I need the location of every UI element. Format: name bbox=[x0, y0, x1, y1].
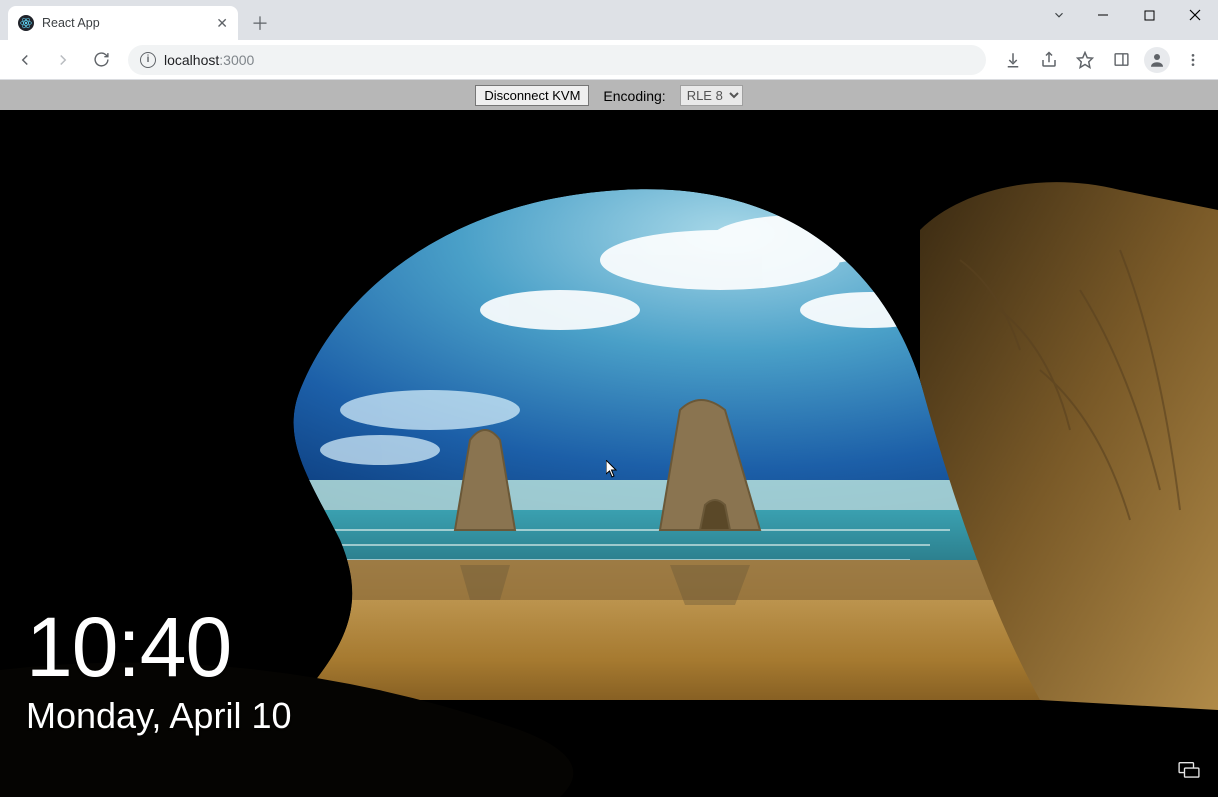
browser-tab[interactable]: React App ✕ bbox=[8, 6, 238, 40]
mouse-cursor-icon bbox=[606, 460, 618, 478]
forward-button[interactable] bbox=[46, 45, 80, 75]
window-minimize-button[interactable] bbox=[1080, 0, 1126, 30]
browser-titlebar: React App ✕ ＋ bbox=[0, 0, 1218, 40]
encoding-label: Encoding: bbox=[603, 88, 665, 104]
kebab-menu-icon[interactable] bbox=[1176, 45, 1210, 75]
download-icon[interactable] bbox=[996, 45, 1030, 75]
browser-toolbar: i localhost:3000 bbox=[0, 40, 1218, 80]
lockscreen-clock: 10:40 Monday, April 10 bbox=[26, 605, 291, 737]
disconnect-kvm-button[interactable]: Disconnect KVM bbox=[475, 85, 589, 106]
lockscreen-time: 10:40 bbox=[26, 605, 291, 689]
react-favicon-icon bbox=[18, 15, 34, 31]
lockscreen-date: Monday, April 10 bbox=[26, 695, 291, 737]
tab-close-icon[interactable]: ✕ bbox=[216, 15, 228, 32]
window-maximize-button[interactable] bbox=[1126, 0, 1172, 30]
bookmark-star-icon[interactable] bbox=[1068, 45, 1102, 75]
back-button[interactable] bbox=[8, 45, 42, 75]
kvm-control-bar: Disconnect KVM Encoding: RLE 8 bbox=[0, 80, 1218, 110]
share-icon[interactable] bbox=[1032, 45, 1066, 75]
reload-button[interactable] bbox=[84, 45, 118, 75]
profile-avatar[interactable] bbox=[1140, 45, 1174, 75]
network-status-icon[interactable] bbox=[1178, 760, 1200, 783]
remote-screen[interactable]: 10:40 Monday, April 10 bbox=[0, 110, 1218, 797]
tab-title: React App bbox=[42, 16, 208, 30]
window-close-button[interactable] bbox=[1172, 0, 1218, 30]
encoding-select[interactable]: RLE 8 bbox=[680, 85, 743, 106]
site-info-icon[interactable]: i bbox=[140, 52, 156, 68]
address-bar[interactable]: i localhost:3000 bbox=[128, 45, 986, 75]
window-controls bbox=[1080, 0, 1218, 30]
address-port: :3000 bbox=[219, 52, 254, 68]
tab-search-chevron-icon[interactable] bbox=[1042, 0, 1076, 30]
new-tab-button[interactable]: ＋ bbox=[246, 9, 274, 37]
side-panel-icon[interactable] bbox=[1104, 45, 1138, 75]
address-host: localhost bbox=[164, 52, 219, 68]
address-text: localhost:3000 bbox=[164, 52, 254, 68]
